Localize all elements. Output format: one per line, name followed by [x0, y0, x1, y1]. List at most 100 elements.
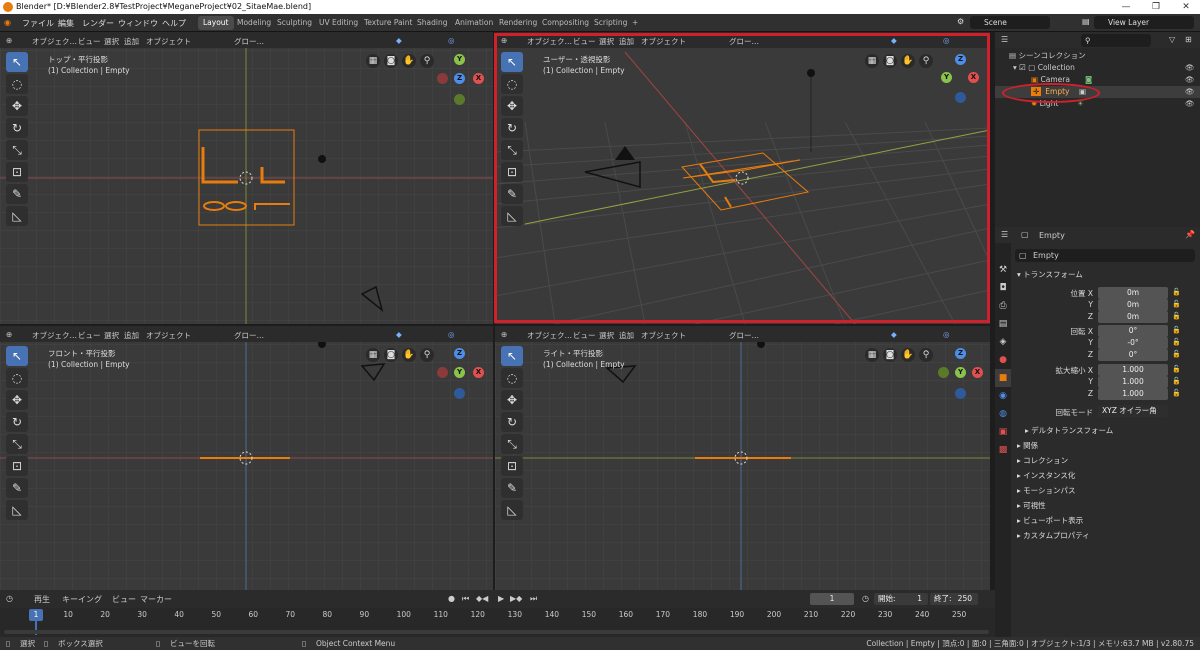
properties-editor-icon[interactable]: ☰: [1001, 230, 1008, 239]
current-frame-field[interactable]: 1: [810, 593, 854, 605]
end-frame-field[interactable]: 終了: 250: [930, 593, 978, 605]
custom-properties-panel[interactable]: ▸ カスタムプロパティ: [1017, 530, 1090, 541]
tab-texture-paint[interactable]: Texture Paint: [359, 16, 417, 30]
frame-ruler[interactable]: 1102030405060708090100110120130140150160…: [0, 608, 995, 624]
next-keyframe-icon[interactable]: ▶◆: [510, 594, 522, 603]
measure-tool-icon[interactable]: ◺: [6, 500, 28, 520]
editor-type-icon[interactable]: ⊕: [6, 330, 12, 339]
cursor-tool-icon[interactable]: ◌: [501, 74, 523, 94]
timeline-scrollbar[interactable]: [4, 630, 989, 634]
menu-view[interactable]: ビュー: [573, 36, 596, 47]
rotate-tool-icon[interactable]: ↻: [501, 412, 523, 432]
gizmo-y-axis[interactable]: Y: [454, 367, 465, 378]
menu-render[interactable]: レンダー: [82, 18, 114, 29]
menu-view[interactable]: ビュー: [112, 594, 136, 605]
gizmo-z-axis[interactable]: Z: [454, 348, 465, 359]
prev-keyframe-icon[interactable]: ◆◀: [476, 594, 488, 603]
gizmo-toggle-icon[interactable]: ◆: [396, 330, 402, 339]
gizmo-neg-x[interactable]: [437, 367, 448, 378]
jump-end-icon[interactable]: ⏭: [530, 594, 537, 604]
zoom-view-icon[interactable]: ⚲: [919, 54, 933, 68]
new-collection-icon[interactable]: ⊞: [1185, 35, 1192, 44]
viewport-right[interactable]: ⊕ オブジェク… ビュー 選択 追加 オブジェクト グロー… ◆ ◎ ライト・平…: [495, 326, 990, 590]
menu-select[interactable]: 選択: [599, 36, 614, 47]
delta-transform-header[interactable]: ▸ デルタトランスフォーム: [1025, 425, 1113, 436]
record-icon[interactable]: ●: [448, 594, 455, 603]
collection-row[interactable]: ▾ ☑ ▢ Collection 👁: [995, 62, 1200, 74]
gizmo-z-axis[interactable]: Z: [955, 348, 966, 359]
lock-icon[interactable]: 🔓: [1172, 389, 1181, 397]
location-y-field[interactable]: 0m: [1098, 299, 1168, 311]
tab-animation[interactable]: Animation: [450, 16, 498, 30]
rotate-tool-icon[interactable]: ↻: [6, 412, 28, 432]
menu-playback[interactable]: 再生: [34, 594, 50, 605]
measure-tool-icon[interactable]: ◺: [6, 206, 28, 226]
lock-icon[interactable]: 🔓: [1172, 365, 1181, 373]
annotate-tool-icon[interactable]: ✎: [6, 184, 28, 204]
eye-icon[interactable]: 👁: [1185, 74, 1195, 86]
viewport-user[interactable]: ⊕ オブジェク… ビュー 選択 追加 オブジェクト グロー… ◆ ◎ ユーザー・…: [495, 32, 990, 324]
tab-rendering[interactable]: Rendering: [494, 16, 542, 30]
menu-add[interactable]: 追加: [124, 36, 139, 47]
camera-data-icon[interactable]: ◙: [1085, 74, 1092, 86]
menu-window[interactable]: ウィンドウ: [118, 18, 158, 29]
select-tool-icon[interactable]: ↖: [6, 52, 28, 72]
scene-selector[interactable]: Scene: [970, 16, 1050, 29]
lock-icon[interactable]: 🔓: [1172, 377, 1181, 385]
menu-select[interactable]: 選択: [104, 36, 119, 47]
rotation-y-field[interactable]: -0°: [1098, 337, 1168, 349]
camera-view-icon[interactable]: ◙: [384, 54, 398, 68]
render-tab-icon[interactable]: ◘: [995, 279, 1011, 297]
tab-uv-editing[interactable]: UV Editing: [314, 16, 363, 30]
timeline-editor-icon[interactable]: ◷: [6, 594, 13, 603]
tab-shading[interactable]: Shading: [412, 16, 452, 30]
viewport-top[interactable]: ⊕ オブジェク… ビュー 選択 追加 オブジェクト グロー… ◆ ◎ トップ・平…: [0, 32, 493, 324]
lock-icon[interactable]: 🔓: [1172, 326, 1181, 334]
blender-menu-icon[interactable]: ◉: [4, 18, 11, 27]
gizmo-toggle-icon[interactable]: ◆: [396, 36, 402, 45]
menu-edit[interactable]: 編集: [58, 18, 74, 29]
tab-scripting[interactable]: Scripting: [589, 16, 632, 30]
viewport-display-panel[interactable]: ▸ ビューポート表示: [1017, 515, 1083, 526]
menu-object[interactable]: オブジェクト: [146, 36, 191, 47]
cursor-tool-icon[interactable]: ◌: [501, 368, 523, 388]
mode-selector[interactable]: オブジェク…: [527, 330, 572, 341]
gizmo-neg-z[interactable]: [955, 388, 966, 399]
editor-type-icon[interactable]: ⊕: [501, 330, 507, 339]
gizmo-neg-z[interactable]: [454, 388, 465, 399]
menu-select[interactable]: 選択: [599, 330, 614, 341]
camera-view-icon[interactable]: ◙: [384, 348, 398, 362]
menu-add[interactable]: 追加: [124, 330, 139, 341]
gizmo-z-axis[interactable]: Z: [955, 54, 966, 65]
orientation-selector[interactable]: グロー…: [729, 36, 759, 47]
camera-view-icon[interactable]: ◙: [883, 54, 897, 68]
outliner-editor-icon[interactable]: ☰: [1001, 35, 1008, 44]
move-tool-icon[interactable]: ✥: [6, 390, 28, 410]
menu-object[interactable]: オブジェクト: [641, 330, 686, 341]
orientation-selector[interactable]: グロー…: [234, 330, 264, 341]
orientation-selector[interactable]: グロー…: [729, 330, 759, 341]
physics-tab-icon[interactable]: ◉: [995, 387, 1011, 405]
tab-layout[interactable]: Layout: [198, 16, 234, 30]
menu-select[interactable]: 選択: [104, 330, 119, 341]
checkbox-icon[interactable]: ☑: [1019, 63, 1028, 72]
gizmo-x-axis[interactable]: X: [972, 367, 983, 378]
clock-icon[interactable]: ◷: [862, 594, 869, 603]
object-name-field[interactable]: ▢ Empty: [1015, 249, 1195, 262]
rotate-tool-icon[interactable]: ↻: [501, 118, 523, 138]
camera-view-icon[interactable]: ◙: [883, 348, 897, 362]
grid-view-icon[interactable]: ▦: [366, 54, 380, 68]
pin-icon[interactable]: 📌: [1185, 230, 1195, 239]
overlay-toggle-icon[interactable]: ◎: [448, 36, 455, 45]
close-icon[interactable]: ✕: [1172, 0, 1200, 14]
gizmo-neg-y[interactable]: [454, 94, 465, 105]
jump-start-icon[interactable]: ⏮: [462, 594, 469, 604]
menu-object[interactable]: オブジェクト: [146, 330, 191, 341]
editor-type-icon[interactable]: ⊕: [6, 36, 12, 45]
data-tab-icon[interactable]: ▣: [995, 423, 1011, 441]
constraints-tab-icon[interactable]: ◍: [995, 405, 1011, 423]
view-layer-selector[interactable]: View Layer: [1094, 16, 1194, 29]
gizmo-y-axis[interactable]: Y: [454, 54, 465, 65]
scale-tool-icon[interactable]: ⤡: [501, 434, 523, 454]
lock-icon[interactable]: 🔓: [1172, 288, 1181, 296]
